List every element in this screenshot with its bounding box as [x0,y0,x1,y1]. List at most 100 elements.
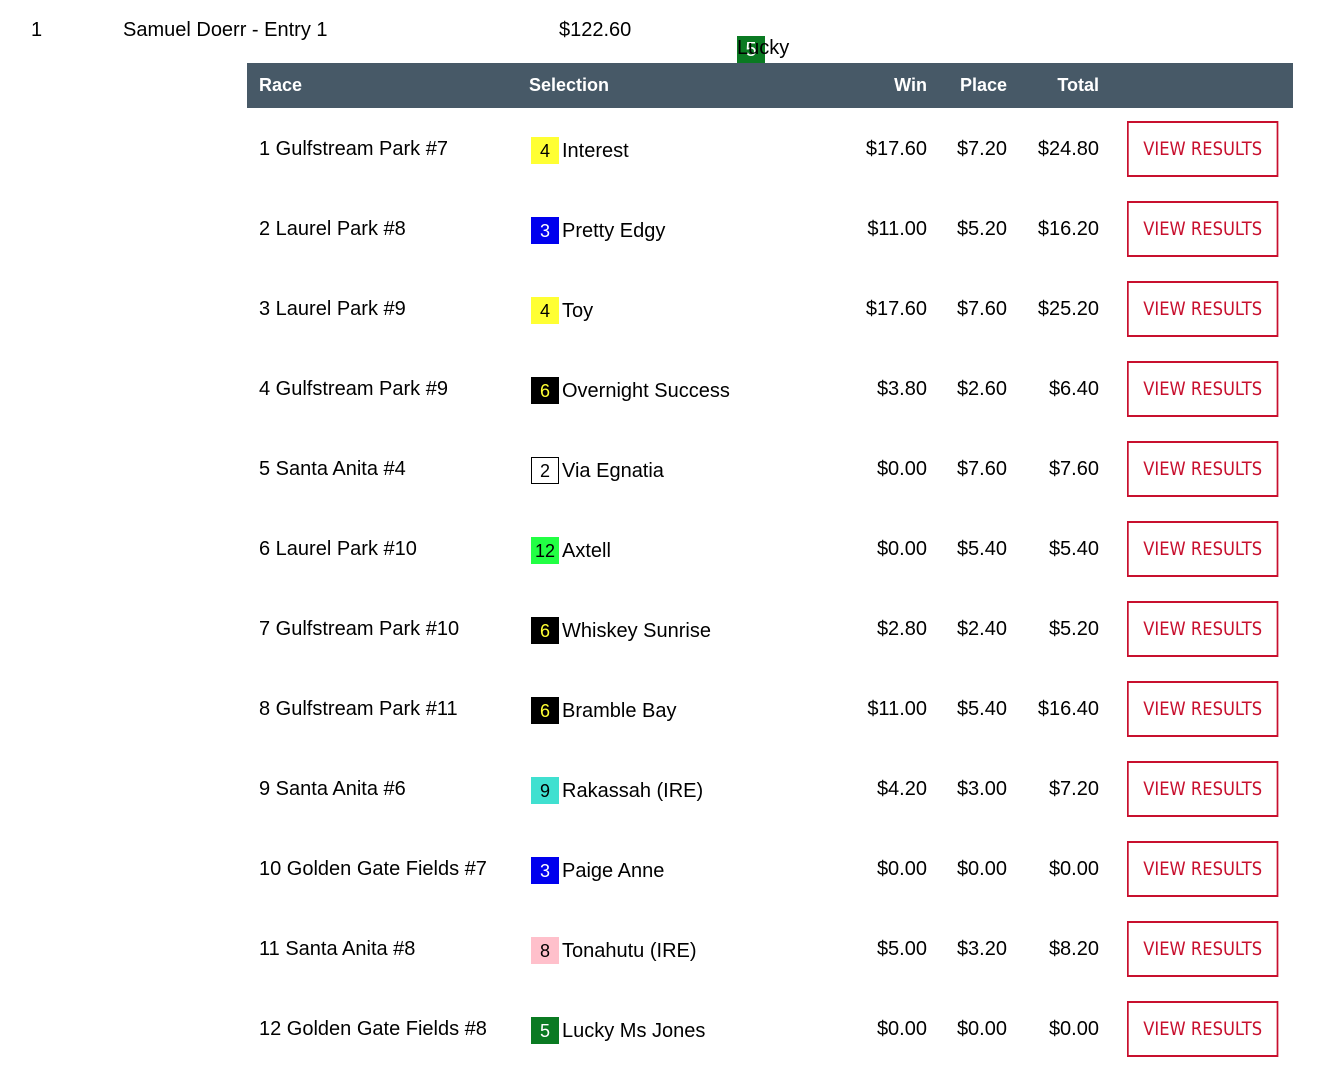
race-name: 6 Laurel Park #10 [259,538,417,560]
horse-name: Toy [562,299,594,322]
race-name: 2 Laurel Park #8 [259,218,406,240]
horse-name: Paige Anne [562,859,665,882]
place-payout: $3.00 [956,778,1007,800]
horse-name: Overnight Success [562,379,730,402]
post-position-badge: 5 [531,1017,559,1044]
selection: 4 Interest [531,137,629,164]
selection: 12 Axtell [531,537,611,564]
win-payout: $0.00 [876,1018,927,1040]
table-row: 11 Santa Anita #8 8 Tonahutu (IRE) $5.00 $3.… [247,908,1293,988]
race-name: 1 Gulfstream Park #7 [259,138,448,160]
horse-name: Bramble Bay [562,699,677,722]
entry-total: $122.60 [559,19,632,41]
race-name: 11 Santa Anita #8 [259,938,416,960]
place-payout: $5.40 [956,538,1007,560]
table-row: 1 Gulfstream Park #7 4 Interest $17.60 $7.20… [247,108,1293,188]
win-payout: $3.80 [876,378,927,400]
win-payout: $2.80 [876,618,927,640]
view-results-button[interactable]: VIEW RESULTS [1127,201,1279,257]
race-name: 8 Gulfstream Park #11 [259,698,458,720]
win-payout: $17.60 [865,138,927,160]
win-payout: $5.00 [876,938,927,960]
total-payout: $0.00 [1048,1018,1099,1040]
selection: 6 Overnight Success [531,377,730,404]
total-payout: $0.00 [1048,858,1099,880]
view-results-button[interactable]: VIEW RESULTS [1127,681,1279,737]
post-position-badge: 3 [531,857,559,884]
total-payout: $5.40 [1048,538,1099,560]
header-selection: Selection [529,75,610,95]
post-position-badge: 12 [531,537,559,564]
entry-player-name: Samuel Doerr - Entry 1 [123,19,328,41]
win-payout: $11.00 [867,698,927,720]
table-row: 12 Golden Gate Fields #8 5 Lucky Ms Jones $… [247,988,1293,1068]
total-payout: $16.40 [1037,698,1099,720]
post-position-badge: 4 [531,297,559,324]
win-payout: $17.60 [865,298,927,320]
total-payout: $25.20 [1037,298,1099,320]
horse-name: Interest [562,139,629,162]
post-position-badge: 3 [531,217,559,244]
place-payout: $5.40 [956,698,1007,720]
table-row: 9 Santa Anita #6 9 Rakassah (IRE) $4.20 $3.0… [247,748,1293,828]
race-name: 3 Laurel Park #9 [259,298,406,320]
win-payout: $11.00 [867,218,927,240]
view-results-button[interactable]: VIEW RESULTS [1127,521,1279,577]
place-payout: $5.20 [956,218,1007,240]
horse-name: Pretty Edgy [562,219,666,242]
total-payout: $16.20 [1037,218,1099,240]
table-row: 6 Laurel Park #10 12 Axtell $0.00 $5.40 $5.40… [247,508,1293,588]
selection: 5 Lucky Ms Jones [531,1017,705,1044]
view-results-button[interactable]: VIEW RESULTS [1127,281,1279,337]
selection: 3 Paige Anne [531,857,664,884]
view-results-button[interactable]: VIEW RESULTS [1127,761,1279,817]
view-results-button[interactable]: VIEW RESULTS [1127,841,1279,897]
selection: 2 Via Egnatia [531,457,664,484]
table-row: 4 Gulfstream Park #9 6 Overnight Success $3… [247,348,1293,428]
horse-name: Axtell [562,539,611,562]
view-results-button[interactable]: VIEW RESULTS [1127,921,1279,977]
view-results-button[interactable]: VIEW RESULTS [1127,1001,1279,1057]
results-table: Race Selection Win Place Total 1 Gulfstr… [247,63,1293,1068]
entry-header: 1 Samuel Doerr - Entry 1 $122.60 5 Lucky… [0,0,1336,107]
selection: 6 Bramble Bay [531,697,677,724]
selection: 6 Whiskey Sunrise [531,617,711,644]
header-total: Total [1057,75,1099,95]
place-payout: $7.60 [956,458,1007,480]
header-race: Race [259,75,303,95]
horse-name: Lucky Ms Jones [562,1019,706,1042]
place-payout: $7.20 [956,138,1007,160]
post-position-badge: 2 [531,457,559,484]
table-row: 5 Santa Anita #4 2 Via Egnatia $0.00 $7.60 $7… [247,428,1293,508]
race-name: 7 Gulfstream Park #10 [259,618,460,640]
place-payout: $3.20 [956,938,1007,960]
win-payout: $0.00 [876,858,927,880]
table-body: 1 Gulfstream Park #7 4 Interest $17.60 $7.20… [247,108,1293,1068]
table-row: 8 Gulfstream Park #11 6 Bramble Bay $11.00 $… [247,668,1293,748]
view-results-button[interactable]: VIEW RESULTS [1127,121,1279,177]
table-header: Race Selection Win Place Total [247,63,1293,108]
post-position-badge: 9 [531,777,559,804]
race-name: 12 Golden Gate Fields #8 [259,1018,487,1040]
header-place: Place [959,75,1007,95]
header-win: Win [894,75,927,95]
post-position-badge: 4 [531,137,559,164]
race-name: 9 Santa Anita #6 [259,778,406,800]
view-results-button[interactable]: VIEW RESULTS [1127,361,1279,417]
post-position-badge: 6 [531,697,559,724]
selection: 3 Pretty Edgy [531,217,665,244]
horse-name: Via Egnatia [562,459,664,482]
win-payout: $0.00 [876,538,927,560]
view-results-button[interactable]: VIEW RESULTS [1127,441,1279,497]
view-results-button[interactable]: VIEW RESULTS [1127,601,1279,657]
post-position-badge: 8 [531,937,559,964]
table-row: 3 Laurel Park #9 4 Toy $17.60 $7.60 $25.20 VIE… [247,268,1293,348]
horse-name: Whiskey Sunrise [562,619,711,642]
total-payout: $7.20 [1048,778,1099,800]
win-payout: $4.20 [876,778,927,800]
post-position-badge: 6 [531,617,559,644]
place-payout: $0.00 [956,858,1007,880]
total-payout: $6.40 [1048,378,1099,400]
entry-rank: 1 [31,19,43,41]
table-row: 7 Gulfstream Park #10 6 Whiskey Sunrise $2.… [247,588,1293,668]
